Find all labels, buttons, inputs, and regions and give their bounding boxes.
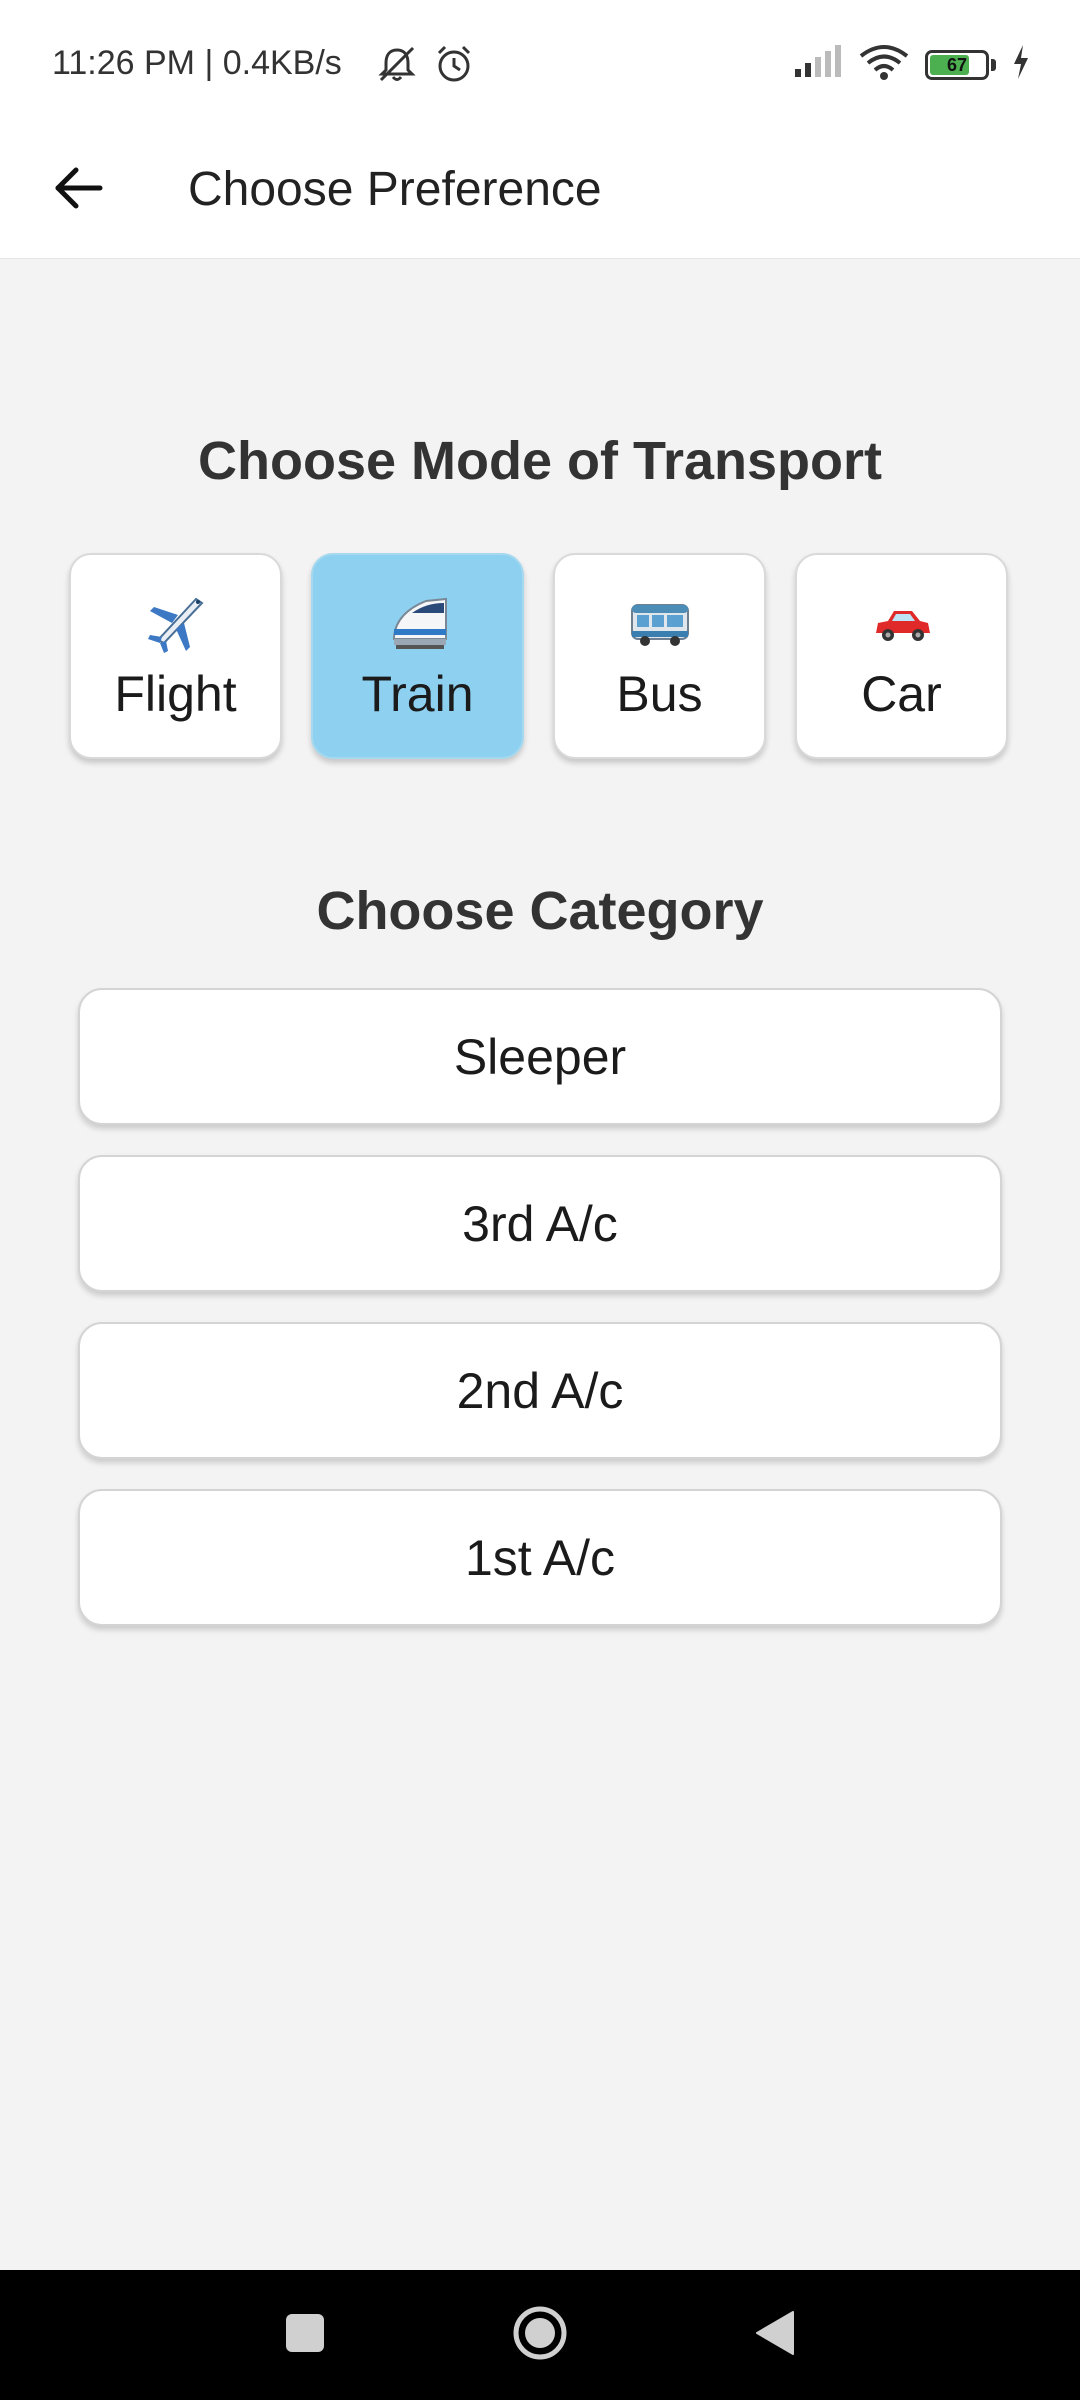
transport-heading: Choose Mode of Transport — [197, 431, 883, 491]
battery-icon: 67 — [925, 49, 996, 80]
transport-mode-list: Flight Train Bus Car — [69, 553, 1011, 759]
mode-label: Car — [861, 666, 942, 722]
page-title: Choose Preference — [188, 163, 602, 216]
nav-back-button[interactable] — [725, 2270, 825, 2400]
home-button[interactable] — [490, 2270, 590, 2400]
system-nav-bar — [0, 2270, 1080, 2400]
mode-card-train[interactable]: Train — [311, 553, 524, 759]
car-icon — [870, 593, 934, 653]
recents-icon — [285, 2313, 325, 2358]
charging-icon — [1012, 45, 1030, 84]
train-icon — [386, 593, 450, 653]
mode-label: Train — [361, 666, 474, 722]
alarm-icon — [433, 44, 475, 89]
airplane-icon — [144, 593, 208, 653]
bus-icon — [628, 593, 692, 653]
mode-card-car[interactable]: Car — [795, 553, 1008, 759]
arrow-back-icon — [52, 162, 104, 219]
category-option-2nd-ac[interactable]: 2nd A/c — [78, 1322, 1002, 1459]
mode-card-flight[interactable]: Flight — [69, 553, 282, 759]
status-time: 11:26 PM | 0.4KB/s — [52, 44, 342, 82]
category-option-1st-ac[interactable]: 1st A/c — [78, 1489, 1002, 1626]
wifi-icon — [859, 44, 909, 85]
mute-icon — [375, 44, 419, 89]
category-option-3rd-ac[interactable]: 3rd A/c — [78, 1155, 1002, 1292]
recents-button[interactable] — [255, 2270, 355, 2400]
category-option-sleeper[interactable]: Sleeper — [78, 988, 1002, 1125]
home-icon — [512, 2305, 568, 2366]
back-icon — [755, 2310, 795, 2361]
status-bar: 11:26 PM | 0.4KB/s 67 — [0, 0, 1080, 130]
back-button[interactable] — [42, 154, 114, 226]
mode-label: Flight — [114, 666, 237, 722]
signal-icon — [793, 45, 843, 84]
category-heading: Choose Category — [316, 881, 764, 941]
battery-level: 67 — [946, 54, 968, 75]
mode-label: Bus — [616, 666, 703, 722]
mode-card-bus[interactable]: Bus — [553, 553, 766, 759]
app-bar: Choose Preference — [0, 130, 1080, 258]
